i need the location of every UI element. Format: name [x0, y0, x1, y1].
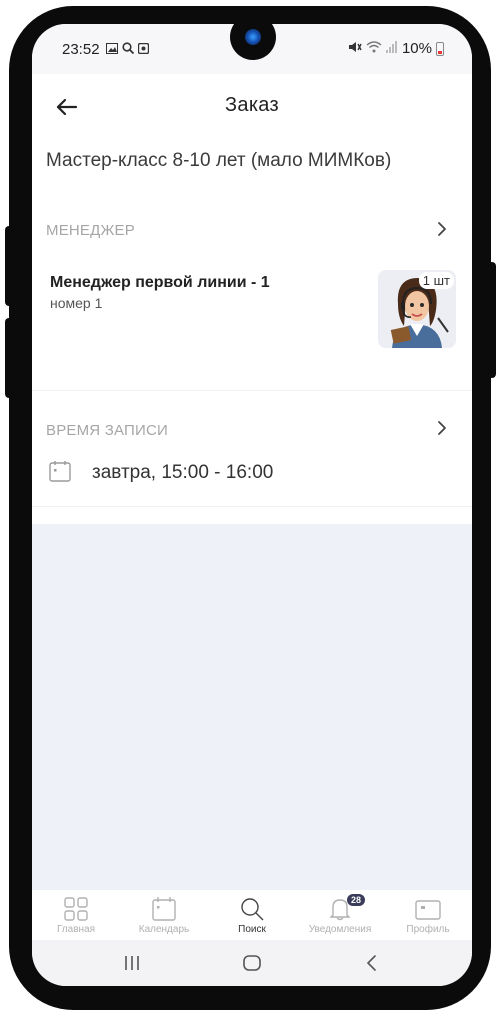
chevron-right-icon — [438, 421, 446, 435]
nav-label: Уведомления — [308, 924, 372, 935]
status-right: 10% — [348, 40, 444, 57]
nav-label: Главная — [56, 924, 96, 935]
power-button — [488, 262, 496, 378]
nav-label: Поиск — [238, 924, 266, 935]
battery-icon — [436, 41, 444, 56]
nav-item-search[interactable]: Поиск — [209, 896, 295, 935]
notification-count-badge: 28 — [347, 894, 366, 906]
nav-label: Календарь — [138, 924, 190, 935]
chevron-right-icon — [438, 222, 446, 236]
manager-section-label: МЕНЕДЖЕР — [46, 222, 135, 239]
volume-up-button — [5, 226, 13, 306]
time-section-label: ВРЕМЯ ЗАПИСИ — [46, 422, 168, 439]
system-nav-bar — [32, 940, 472, 986]
battery-percent: 10% — [401, 40, 432, 57]
manager-avatar[interactable]: 1 шт — [378, 270, 456, 348]
time-value[interactable]: завтра, 15:00 - 16:00 — [92, 462, 273, 484]
nav-item-calendar[interactable]: Календарь — [121, 896, 207, 935]
signal-icon — [385, 40, 398, 57]
recent-apps-button[interactable] — [120, 951, 144, 975]
search-icon — [121, 41, 134, 57]
nav-item-home[interactable]: Главная — [33, 896, 119, 935]
order-title: Мастер-класс 8-10 лет (мало МИМКов) — [46, 150, 392, 171]
front-camera — [230, 14, 276, 60]
nav-item-profile[interactable]: Профиль — [385, 896, 471, 935]
camera-icon — [137, 42, 149, 57]
recent-apps-icon — [125, 956, 139, 970]
nav-label: Профиль — [406, 924, 450, 935]
volume-down-button — [5, 318, 13, 398]
search-icon — [241, 898, 264, 921]
chevron-left-icon — [366, 955, 376, 971]
quantity-badge: 1 шт — [418, 272, 454, 289]
page-title: Заказ — [225, 94, 279, 116]
image-icon — [105, 42, 118, 57]
manager-subtitle: номер 1 — [50, 295, 103, 311]
home-button[interactable] — [240, 951, 264, 975]
section-divider — [32, 506, 472, 507]
status-time: 23:52 — [62, 40, 100, 58]
mute-icon — [348, 40, 362, 57]
grid-icon — [64, 897, 88, 921]
app-header: Заказ — [32, 74, 472, 140]
manager-section-chevron[interactable] — [434, 221, 450, 237]
calendar-icon — [152, 897, 176, 921]
section-divider — [32, 390, 472, 391]
time-section-chevron[interactable] — [434, 420, 450, 436]
manager-name[interactable]: Менеджер первой линии - 1 — [50, 274, 270, 292]
wifi-icon — [366, 40, 382, 57]
screen: 23:52 10% Заказ Мастер-класс 8-10 лет (м… — [32, 24, 472, 986]
calendar-icon — [48, 459, 72, 483]
back-system-button[interactable] — [360, 951, 384, 975]
home-icon — [243, 955, 261, 971]
bottom-nav: Главная Календарь Поиск 28 Уведомления П… — [32, 890, 472, 940]
profile-icon — [415, 900, 441, 920]
nav-item-notifications[interactable]: 28 Уведомления — [297, 894, 383, 935]
